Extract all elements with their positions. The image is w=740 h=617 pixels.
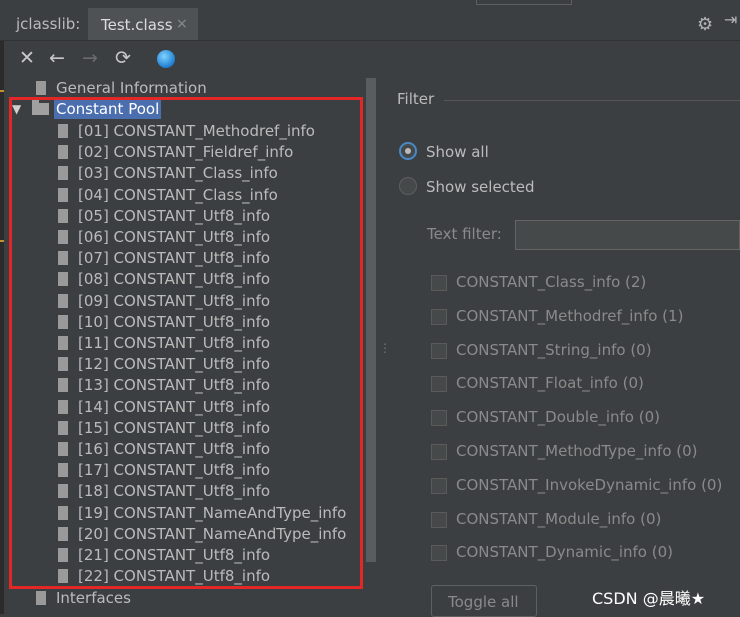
tool-window-header: jclasslib: Test.class × ⚙ ⇥ bbox=[0, 0, 740, 41]
tree-item-label: General Information bbox=[56, 79, 207, 97]
tree-scrollbar[interactable] bbox=[366, 78, 376, 562]
tree-item-label: Constant Pool bbox=[54, 99, 162, 119]
type-filter-label[interactable]: CONSTANT_Double_info (0) bbox=[456, 408, 660, 426]
file-icon bbox=[58, 272, 68, 287]
entry-label: [03] CONSTANT_Class_info bbox=[78, 164, 278, 183]
entry-label: [20] CONSTANT_NameAndType_info bbox=[78, 524, 347, 543]
entry-label: [17] CONSTANT_Utf8_info bbox=[78, 461, 271, 480]
entry-label: [22] CONSTANT_Utf8_info bbox=[78, 567, 271, 586]
file-icon bbox=[58, 357, 68, 372]
hide-panel-icon[interactable]: ⇥ bbox=[724, 10, 737, 29]
type-filter-label[interactable]: CONSTANT_Float_info (0) bbox=[456, 374, 644, 392]
text-filter-label: Text filter: bbox=[427, 225, 502, 243]
entry-label: [04] CONSTANT_Class_info bbox=[78, 185, 278, 204]
type-filter-checkbox[interactable] bbox=[431, 477, 447, 494]
toolbar: ✕ ← → ⟳ bbox=[0, 41, 740, 76]
type-filter-checkbox[interactable] bbox=[431, 308, 447, 325]
tree-item-constant-pool[interactable]: ▼ Constant Pool bbox=[4, 99, 360, 119]
type-filter-label[interactable]: CONSTANT_Dynamic_info (0) bbox=[456, 543, 673, 561]
tree-item-label: Interfaces bbox=[56, 589, 131, 607]
entry-label: [13] CONSTANT_Utf8_info bbox=[78, 376, 271, 395]
watermark: CSDN @晨曦★ bbox=[592, 589, 706, 608]
file-icon bbox=[58, 314, 68, 329]
type-filter-label[interactable]: CONSTANT_Module_info (0) bbox=[456, 510, 661, 528]
file-icon bbox=[58, 484, 68, 499]
type-filter-label[interactable]: CONSTANT_InvokeDynamic_info (0) bbox=[456, 476, 722, 494]
expand-arrow-icon[interactable]: ▼ bbox=[12, 99, 21, 119]
entry-label: [15] CONSTANT_Utf8_info bbox=[78, 418, 271, 437]
type-filter-checkbox[interactable] bbox=[431, 342, 447, 359]
file-icon bbox=[58, 166, 68, 181]
show-all-radio[interactable] bbox=[399, 142, 417, 160]
file-icon bbox=[58, 526, 68, 541]
file-icon bbox=[58, 548, 68, 562]
type-filter-label[interactable]: CONSTANT_Class_info (2) bbox=[456, 273, 646, 291]
entry-label: [10] CONSTANT_Utf8_info bbox=[78, 312, 271, 331]
entry-label: [19] CONSTANT_NameAndType_info bbox=[78, 503, 347, 522]
back-icon[interactable]: ← bbox=[49, 47, 65, 69]
type-filter-label[interactable]: CONSTANT_String_info (0) bbox=[456, 341, 652, 359]
entry-label: [09] CONSTANT_Utf8_info bbox=[78, 291, 271, 310]
type-filter-checkbox[interactable] bbox=[431, 275, 447, 291]
file-icon bbox=[58, 505, 68, 520]
file-icon bbox=[58, 187, 68, 202]
show-selected-radio[interactable] bbox=[399, 177, 417, 195]
show-selected-label[interactable]: Show selected bbox=[426, 178, 535, 196]
entry-label: [21] CONSTANT_Utf8_info bbox=[78, 546, 271, 564]
file-icon bbox=[58, 378, 68, 393]
type-filter-checkbox[interactable] bbox=[431, 410, 447, 427]
filter-title: Filter bbox=[397, 90, 435, 108]
tab-label: Test.class bbox=[101, 16, 173, 34]
toggle-all-label: Toggle all bbox=[448, 593, 519, 611]
file-icon bbox=[58, 399, 68, 414]
file-icon bbox=[58, 569, 68, 584]
entry-label: [01] CONSTANT_Methodref_info bbox=[78, 122, 315, 140]
text-filter-input[interactable] bbox=[515, 220, 740, 250]
show-all-label[interactable]: Show all bbox=[426, 143, 489, 161]
entry-label: [06] CONSTANT_Utf8_info bbox=[78, 228, 271, 246]
class-tree: General Information ▼ Constant Pool [01]… bbox=[4, 78, 366, 614]
file-icon bbox=[58, 463, 68, 478]
type-filter-checkbox[interactable] bbox=[431, 545, 447, 562]
type-filter-label[interactable]: CONSTANT_Methodref_info (1) bbox=[456, 307, 683, 325]
file-icon bbox=[36, 591, 46, 605]
entry-label: [18] CONSTANT_Utf8_info bbox=[78, 482, 271, 501]
toggle-all-button[interactable]: Toggle all bbox=[431, 585, 537, 617]
filter-divider bbox=[444, 100, 740, 101]
header-divider bbox=[476, 0, 572, 5]
entry-label: [12] CONSTANT_Utf8_info bbox=[78, 355, 271, 374]
forward-icon[interactable]: → bbox=[82, 47, 98, 69]
type-filter-label[interactable]: CONSTANT_MethodType_info (0) bbox=[456, 442, 698, 460]
entry-label: [08] CONSTANT_Utf8_info bbox=[78, 270, 271, 289]
file-icon bbox=[58, 442, 68, 456]
file-icon bbox=[58, 293, 68, 308]
globe-icon[interactable] bbox=[157, 50, 175, 68]
close-icon[interactable]: ✕ bbox=[19, 47, 35, 69]
file-icon bbox=[58, 230, 68, 244]
file-icon bbox=[58, 420, 68, 435]
type-filter-checkbox[interactable] bbox=[431, 444, 447, 460]
type-filter-checkbox[interactable] bbox=[431, 376, 447, 393]
entry-label: [16] CONSTANT_Utf8_info bbox=[78, 440, 271, 458]
splitter-grip-icon[interactable]: ⋮ bbox=[379, 341, 391, 355]
file-icon bbox=[58, 208, 68, 223]
tab-test-class[interactable]: Test.class × bbox=[88, 8, 198, 40]
entry-label: [02] CONSTANT_Fieldref_info bbox=[78, 143, 294, 162]
tab-close-icon[interactable]: × bbox=[176, 16, 188, 32]
entry-label: [07] CONSTANT_Utf8_info bbox=[78, 249, 271, 268]
file-icon bbox=[58, 145, 68, 160]
entry-label: [05] CONSTANT_Utf8_info bbox=[78, 206, 271, 225]
tool-window-title: jclasslib: bbox=[16, 15, 81, 33]
file-icon bbox=[36, 81, 46, 95]
file-icon bbox=[58, 124, 68, 138]
refresh-icon[interactable]: ⟳ bbox=[115, 47, 131, 69]
type-filter-checkbox[interactable] bbox=[431, 511, 447, 528]
file-icon bbox=[58, 251, 68, 266]
entry-label: [14] CONSTANT_Utf8_info bbox=[78, 397, 271, 416]
gear-icon[interactable]: ⚙ bbox=[697, 14, 713, 35]
file-icon bbox=[58, 336, 68, 350]
entry-label: [11] CONSTANT_Utf8_info bbox=[78, 334, 271, 352]
folder-icon bbox=[32, 100, 49, 115]
